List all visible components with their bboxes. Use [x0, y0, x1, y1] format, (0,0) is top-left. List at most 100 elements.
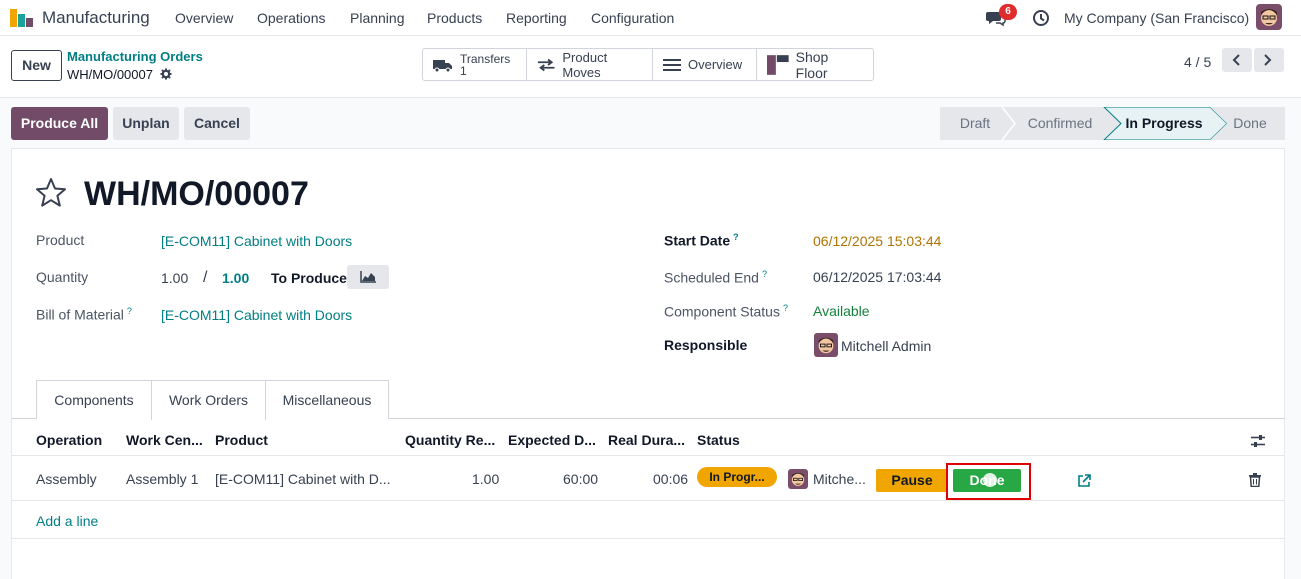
breadcrumb-current-label: WH/MO/00007 [67, 67, 153, 82]
star-icon[interactable] [35, 177, 67, 207]
bom-help-icon[interactable]: ? [127, 306, 132, 316]
start-date-label: Start Date? [664, 232, 739, 249]
responsible-avatar [814, 333, 838, 357]
transfers-smart-button[interactable]: Transfers 1 [423, 49, 527, 80]
gear-icon[interactable] [160, 68, 172, 80]
pager-previous-button[interactable] [1222, 48, 1252, 72]
component-status-help-icon[interactable]: ? [783, 303, 788, 313]
menu-operations[interactable]: Operations [257, 10, 325, 26]
to-produce-label: To Produce [271, 270, 347, 286]
header-divider [12, 455, 1285, 456]
column-real-duration[interactable]: Real Dura... [608, 432, 685, 448]
cancel-button[interactable]: Cancel [184, 107, 250, 140]
menu-configuration[interactable]: Configuration [591, 10, 674, 26]
tab-miscellaneous[interactable]: Miscellaneous [265, 380, 389, 419]
pause-button[interactable]: Pause [876, 469, 948, 492]
column-expected-duration[interactable]: Expected D... [508, 432, 596, 448]
cell-user: Mitche... [813, 471, 866, 487]
shop-floor-icon [767, 54, 789, 75]
app-title[interactable]: Manufacturing [42, 8, 150, 28]
company-switcher[interactable]: My Company (San Francisco) [1064, 10, 1249, 26]
arrows-icon [537, 58, 555, 71]
cell-expected-duration: 60:00 [563, 471, 599, 487]
new-button[interactable]: New [11, 50, 62, 81]
pager-value[interactable]: 4 / 5 [1184, 54, 1211, 70]
chat-count-badge: 6 [999, 4, 1017, 20]
bom-value[interactable]: [E-COM11] Cabinet with Doors [161, 307, 352, 323]
cell-operation: Assembly [36, 471, 97, 487]
transfers-count: 1 [460, 63, 467, 78]
transfers-label: Transfers [460, 51, 511, 66]
quantity-to-produce-input[interactable]: 1.00 [222, 270, 249, 286]
shop-floor-smart-button[interactable]: Shop Floor [757, 48, 873, 81]
tab-work-orders[interactable]: Work Orders [151, 380, 266, 420]
avatar-icon [788, 469, 808, 489]
menu-planning[interactable]: Planning [350, 10, 405, 26]
record-name[interactable]: WH/MO/00007 [84, 175, 309, 214]
component-status-value: Available [813, 303, 870, 319]
row-divider [12, 500, 1285, 501]
smart-buttons: Transfers 1 Product Moves Overview Shop … [422, 48, 874, 81]
column-status[interactable]: Status [697, 432, 740, 448]
stage-draft[interactable]: Draft [940, 107, 1010, 140]
start-date-help-icon[interactable]: ? [733, 232, 739, 242]
component-status-label: Component Status? [664, 303, 788, 320]
responsible-value[interactable]: Mitchell Admin [841, 338, 931, 354]
row-divider [12, 538, 1285, 539]
cell-quantity: 1.00 [472, 471, 500, 487]
add-line-link[interactable]: Add a line [36, 513, 98, 529]
product-moves-smart-button[interactable]: Product Moves [527, 49, 653, 80]
stage-done[interactable]: Done [1226, 107, 1274, 140]
user-avatar[interactable] [1256, 4, 1282, 30]
quantity-produced-input[interactable]: 1.00 [161, 270, 188, 286]
cell-work-center: Assembly 1 [126, 471, 199, 487]
pager-next-button[interactable] [1254, 48, 1284, 72]
column-quantity[interactable]: Quantity Re... [405, 432, 495, 448]
forecast-report-button[interactable] [347, 265, 389, 289]
list-icon [663, 58, 681, 71]
menu-products[interactable]: Products [427, 10, 482, 26]
status-badge: In Progr... [697, 467, 777, 487]
column-work-center[interactable]: Work Cen... [126, 432, 203, 448]
menu-reporting[interactable]: Reporting [506, 10, 567, 26]
scheduled-end-label-text: Scheduled End [664, 269, 759, 286]
cell-product: [E-COM11] Cabinet with D... [215, 471, 391, 487]
quantity-separator: / [203, 269, 208, 286]
scheduled-end-value[interactable]: 06/12/2025 17:03:44 [813, 269, 941, 285]
external-link-icon[interactable] [1077, 474, 1091, 488]
stage-in-progress[interactable]: In Progress [1120, 107, 1208, 140]
scheduled-end-help-icon[interactable]: ? [762, 269, 767, 279]
component-status-label-text: Component Status [664, 303, 780, 320]
tab-components[interactable]: Components [36, 380, 152, 419]
trash-icon[interactable] [1249, 473, 1261, 487]
scheduled-end-label: Scheduled End? [664, 269, 767, 286]
form-sheet: WH/MO/00007 Product [E-COM11] Cabinet wi… [11, 148, 1285, 579]
column-operation[interactable]: Operation [36, 432, 102, 448]
chevron-right-icon [1264, 54, 1272, 66]
column-product[interactable]: Product [215, 432, 268, 448]
chevron-left-icon [1232, 54, 1240, 66]
unplan-button[interactable]: Unplan [113, 107, 179, 140]
start-date-value[interactable]: 06/12/2025 15:03:44 [813, 233, 941, 249]
clock-icon[interactable] [1032, 9, 1050, 27]
product-label: Product [36, 232, 85, 248]
produce-all-button[interactable]: Produce All [11, 107, 108, 140]
top-navbar: Manufacturing Overview Operations Planni… [0, 0, 1301, 36]
stage-confirmed[interactable]: Confirmed [1017, 107, 1103, 140]
area-chart-icon [360, 271, 376, 283]
shop-floor-label: Shop Floor [795, 48, 829, 81]
menu-overview[interactable]: Overview [175, 10, 233, 26]
product-value[interactable]: [E-COM11] Cabinet with Doors [161, 233, 352, 249]
breadcrumb-parent[interactable]: Manufacturing Orders [67, 49, 203, 64]
breadcrumb-current: WH/MO/00007 [67, 67, 172, 82]
avatar-icon [1256, 4, 1282, 30]
bom-label-text: Bill of Material [36, 306, 124, 323]
highlight-box [946, 463, 1031, 500]
manufacturing-app-icon[interactable] [10, 9, 34, 27]
quantity-label: Quantity [36, 269, 89, 285]
overview-smart-button[interactable]: Overview [653, 49, 757, 80]
start-date-label-text: Start Date [664, 232, 731, 249]
settings-sliders-icon[interactable] [1251, 434, 1265, 448]
product-moves-label: Product Moves [562, 49, 608, 80]
truck-icon [433, 59, 452, 72]
